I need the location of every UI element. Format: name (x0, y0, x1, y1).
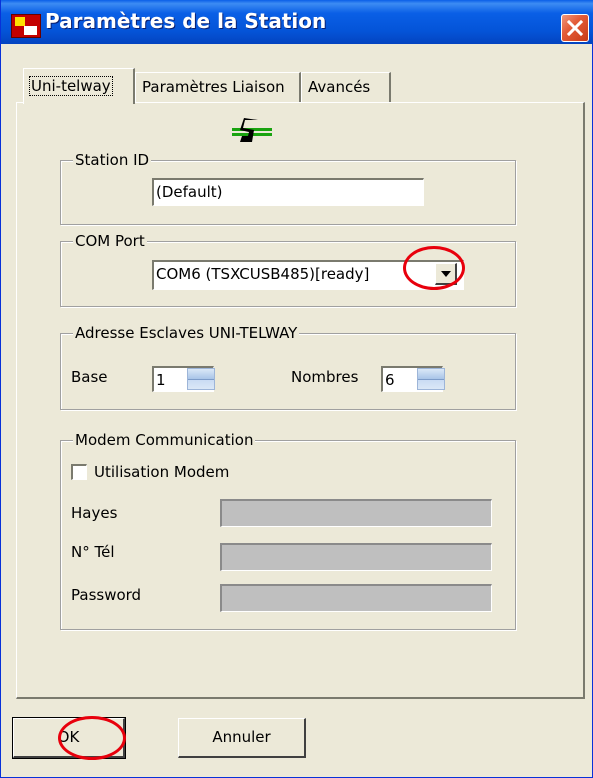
count-label: Nombres (291, 368, 359, 386)
station-id-label: Station ID (73, 150, 152, 170)
slave-address-group: Adresse Esclaves UNI-TELWAY Base 1 Nombr… (60, 323, 516, 410)
close-icon (567, 20, 583, 36)
hayes-input[interactable] (220, 499, 492, 527)
modem-label: Modem Communication (73, 430, 256, 450)
use-modem-label[interactable]: Utilisation Modem (94, 462, 229, 482)
base-label: Base (71, 368, 108, 386)
use-modem-checkbox[interactable] (71, 464, 87, 480)
tab-parametres-liaison[interactable]: Paramètres Liaison (135, 72, 301, 102)
password-input[interactable] (220, 584, 492, 612)
password-label: Password (71, 586, 142, 604)
tab-label: Avancés (308, 78, 371, 96)
phone-label: N° Tél (71, 543, 115, 561)
slave-address-label: Adresse Esclaves UNI-TELWAY (73, 323, 300, 343)
com-port-label: COM Port (73, 231, 147, 251)
com-port-group: COM Port COM6 (TSXCUSB485)[ready] (60, 231, 516, 307)
station-id-input[interactable]: (Default) (152, 178, 424, 206)
tab-avances[interactable]: Avancés (301, 72, 391, 102)
base-spinner[interactable] (187, 368, 215, 390)
window-title: Paramètres de la Station (45, 9, 327, 33)
count-spinner[interactable] (417, 368, 445, 390)
com-port-select[interactable]: COM6 (TSXCUSB485)[ready] (152, 260, 464, 290)
unitelway-logo-icon (232, 118, 272, 142)
chevron-down-icon (441, 271, 451, 277)
station-id-group: Station ID (Default) (60, 150, 516, 225)
close-button[interactable] (561, 14, 589, 42)
modem-group: Modem Communication Utilisation Modem Ha… (60, 430, 516, 630)
tab-panel: Station ID (Default) COM Port COM6 (TSXC… (16, 102, 585, 699)
hayes-label: Hayes (71, 504, 118, 522)
station-settings-dialog: Paramètres de la Station Uni-telway Para… (0, 0, 593, 778)
phone-input[interactable] (220, 543, 492, 571)
tab-label: Uni-telway (29, 76, 113, 96)
com-port-value: COM6 (TSXCUSB485)[ready] (156, 265, 370, 283)
com-port-dropdown-button[interactable] (435, 263, 457, 285)
tab-uni-telway[interactable]: Uni-telway (23, 68, 135, 104)
tab-label: Paramètres Liaison (142, 78, 285, 96)
cancel-button[interactable]: Annuler (178, 718, 306, 758)
title-bar[interactable]: Paramètres de la Station (1, 0, 593, 44)
ok-button[interactable]: OK (12, 717, 126, 759)
app-icon (11, 14, 41, 38)
